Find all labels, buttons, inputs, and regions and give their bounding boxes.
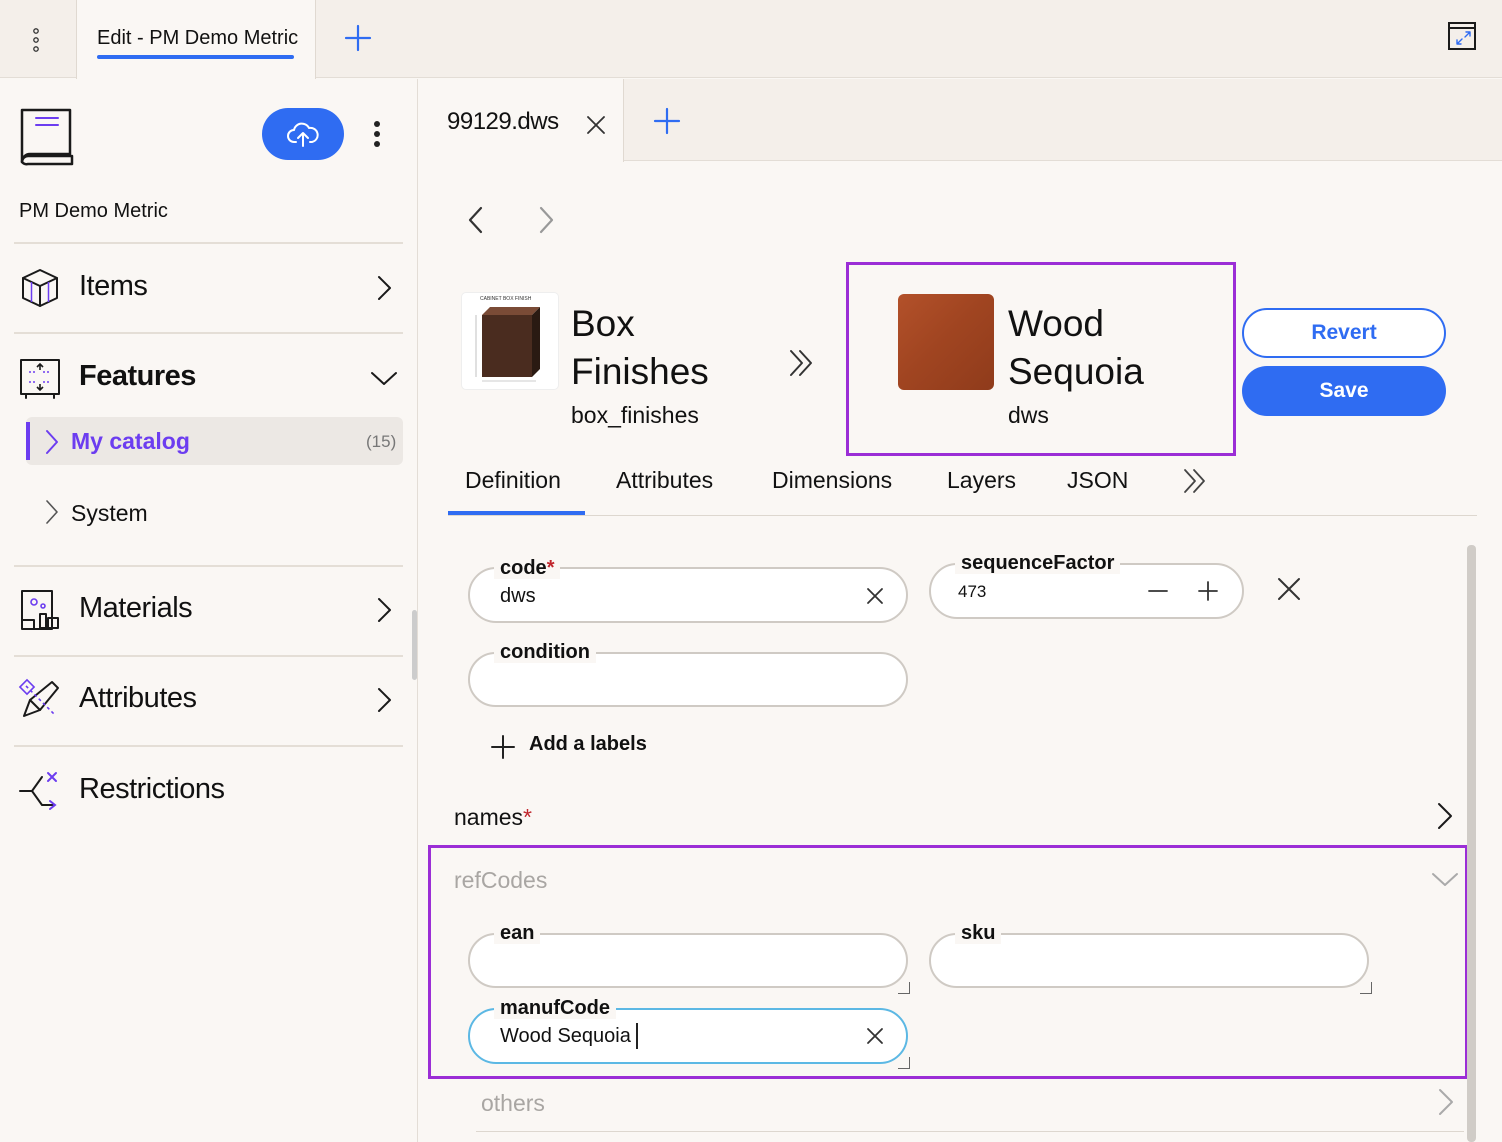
clear-manuf-code-icon[interactable] [864,1025,886,1047]
source-feature-code: box_finishes [571,402,699,428]
svg-text:CABINET BOX FINISH: CABINET BOX FINISH [480,296,532,302]
add-labels-button[interactable]: Add a labels [529,733,647,756]
clear-code-icon[interactable] [864,585,886,607]
tab-layers[interactable]: Layers [947,467,1016,494]
tab-attributes[interactable]: Attributes [616,467,713,494]
resize-handle-icon[interactable] [1360,982,1372,994]
double-chevron-right-icon [784,346,818,380]
chevron-right-icon[interactable] [1433,1087,1459,1117]
sequence-factor-label: sequenceFactor [955,552,1121,574]
selected-indicator [26,422,30,460]
attributes-icon [18,678,62,722]
revert-button[interactable]: Revert [1242,308,1446,358]
forward-arrow-icon[interactable] [532,204,560,236]
my-catalog-count: (15) [366,432,397,451]
sku-label: sku [955,922,1002,944]
code-value[interactable]: dws [500,585,536,608]
back-arrow-icon[interactable] [462,204,490,236]
chevron-right-icon[interactable] [370,596,398,624]
resize-handle-icon[interactable] [898,982,910,994]
others-section[interactable]: others [481,1090,545,1117]
add-file-tab-icon[interactable] [650,104,684,138]
tab-json[interactable]: JSON [1067,467,1128,494]
chevron-right-icon[interactable] [42,429,62,455]
restrictions-icon [18,769,62,813]
sidebar-divider [14,745,403,747]
tab-label: Edit - PM Demo Metric [97,27,299,49]
sidebar-item-features[interactable]: Features [79,360,196,393]
wood-sequoia-swatch [898,294,994,390]
sidebar [0,79,418,1142]
cube-icon [18,266,62,310]
section-divider [476,1131,1464,1132]
text-cursor [636,1023,638,1049]
cloud-upload-icon [287,122,319,147]
sidebar-item-attributes[interactable]: Attributes [79,682,197,715]
tab-dimensions[interactable]: Dimensions [772,467,892,494]
decrement-icon[interactable] [1146,580,1170,602]
file-tab-label: 99129.dws [447,108,559,135]
option-code: dws [1008,402,1049,428]
sidebar-more-icon[interactable] [362,114,392,154]
expand-window-icon[interactable] [1446,20,1478,52]
chevron-right-icon[interactable] [370,274,398,302]
sidebar-divider [14,565,403,567]
catalog-name: PM Demo Metric [19,200,168,222]
names-section[interactable]: names* [454,804,532,831]
save-button[interactable]: Save [1242,366,1446,416]
chevron-right-icon[interactable] [1432,801,1458,831]
upload-button[interactable] [262,108,344,160]
sidebar-divider [14,332,403,334]
chevron-right-icon[interactable] [370,686,398,714]
chevron-down-icon[interactable] [1430,866,1460,892]
plus-icon[interactable] [490,734,516,760]
close-tab-icon[interactable] [584,113,608,137]
tabs-divider [448,515,1477,516]
catalog-book-icon [18,104,76,166]
sequence-factor-value[interactable]: 473 [958,582,986,602]
remove-field-icon[interactable] [1275,575,1303,603]
chevron-down-icon[interactable] [370,364,398,392]
sidebar-item-items[interactable]: Items [79,270,148,303]
active-tab-indicator [448,511,585,515]
tab-definition[interactable]: Definition [465,467,561,494]
source-feature-title: Box Finishes [571,303,709,392]
refcodes-section[interactable]: refCodes [454,867,547,894]
box-finish-thumbnail: CABINET BOX FINISH [462,293,558,389]
materials-icon [18,588,62,632]
sidebar-divider [14,655,403,657]
manuf-code-value[interactable]: Wood Sequoia [500,1025,631,1048]
resize-handle-icon[interactable] [898,1057,910,1069]
condition-label: condition [494,641,596,663]
sidebar-item-restrictions[interactable]: Restrictions [79,773,225,806]
increment-icon[interactable] [1196,579,1220,603]
features-icon [18,356,62,400]
sidebar-item-system[interactable]: System [71,500,148,527]
sidebar-item-materials[interactable]: Materials [79,592,193,625]
chevron-right-icon[interactable] [42,499,62,525]
my-catalog-label: My catalog [71,428,190,454]
kebab-menu-icon[interactable] [18,22,54,58]
code-field-label: code* [494,557,561,579]
content-scrollbar[interactable] [1467,545,1476,1142]
sidebar-resize-handle[interactable] [412,610,417,680]
add-tab-icon[interactable] [340,20,376,56]
active-tab-indicator [97,55,294,59]
option-title: Wood Sequoia [1008,303,1144,392]
sidebar-divider [14,242,403,244]
manuf-code-label: manufCode [494,997,616,1019]
ean-label: ean [494,922,541,944]
more-tabs-icon[interactable] [1180,466,1210,496]
